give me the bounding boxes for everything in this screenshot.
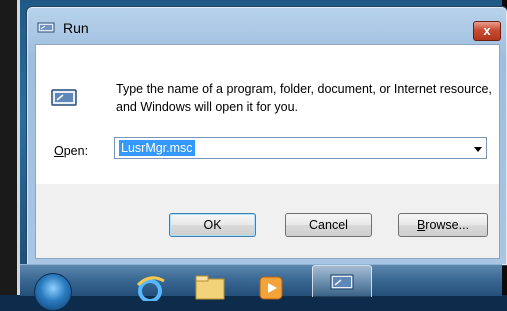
window-title: Run [63,20,89,36]
media-player-icon[interactable] [250,271,290,301]
instruction-text: Type the name of a program, folder, docu… [116,82,492,114]
open-label: Open: [54,144,88,158]
run-icon [330,274,354,290]
open-input-value[interactable]: LusrMgr.msc [119,140,195,156]
dropdown-arrow-icon[interactable] [474,147,482,152]
open-label-accelerator: O [54,144,64,158]
left-edge [0,0,17,295]
run-dialog: Run x Type the name of a program, folder… [26,6,507,266]
close-icon: x [483,23,491,38]
run-icon [51,89,77,106]
taskbar [20,264,502,311]
browse-button[interactable]: Browse... [398,213,488,237]
browse-label: rowse... [425,218,470,232]
open-label-text: pen: [63,144,89,158]
internet-explorer-icon[interactable] [130,271,170,301]
close-button[interactable]: x [473,21,501,41]
folder-icon[interactable] [190,271,230,301]
start-orb-icon[interactable] [34,273,72,311]
dialog-body: Type the name of a program, folder, docu… [35,44,500,259]
content-area: Type the name of a program, folder, docu… [36,45,499,184]
taskbar-run-button[interactable] [312,265,372,297]
cancel-button[interactable]: Cancel [285,213,372,237]
ok-button[interactable]: OK [169,213,256,237]
open-combobox[interactable]: LusrMgr.msc [114,137,487,159]
title-bar[interactable]: Run x [27,7,507,43]
run-icon [37,22,55,33]
